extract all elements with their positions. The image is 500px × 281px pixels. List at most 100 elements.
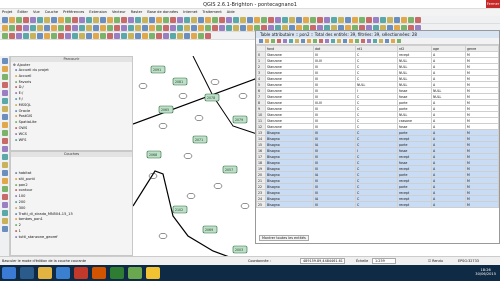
toolbar-icon[interactable] (65, 24, 71, 31)
menu-item[interactable]: Préférences (63, 10, 84, 15)
toolbar-icon[interactable] (387, 16, 393, 23)
toolbar-icon[interactable] (275, 16, 281, 23)
render-checkbox[interactable]: ☑ Rendu (428, 259, 443, 263)
toolbar-icon[interactable] (30, 32, 36, 39)
scale-field[interactable]: 1:259 (372, 258, 396, 264)
toolbar-icon[interactable] (408, 16, 414, 23)
toolbar-icon[interactable] (16, 16, 22, 23)
toolbar-icon[interactable] (72, 32, 78, 39)
toolbar-icon[interactable] (44, 16, 50, 23)
toolbar-icon[interactable] (219, 24, 225, 31)
toolbar-icon[interactable] (2, 114, 8, 120)
toolbar-icon[interactable] (79, 32, 85, 39)
attribute-toolbar-icon[interactable] (367, 39, 371, 43)
toolbar-icon[interactable] (282, 16, 288, 23)
table-cell[interactable]: Bisogno (265, 201, 314, 208)
show-all-features-button[interactable]: Montrer toutes les entités (259, 235, 309, 241)
toolbar-icon[interactable] (191, 32, 197, 39)
toolbar-icon[interactable] (114, 16, 120, 23)
layer-item[interactable]: ▪ tutti_stanzone_georef (15, 235, 132, 241)
attribute-toolbar-icon[interactable] (301, 39, 305, 43)
attribute-toolbar-icon[interactable] (325, 39, 329, 43)
toolbar-icon[interactable] (142, 16, 148, 23)
toolbar-icon[interactable] (2, 146, 8, 152)
attribute-toolbar-icon[interactable] (283, 39, 287, 43)
folder-icon[interactable] (38, 267, 52, 279)
toolbar-icon[interactable] (128, 16, 134, 23)
toolbar-icon[interactable] (177, 32, 183, 39)
map-outline-feature[interactable] (183, 153, 193, 159)
toolbar-icon[interactable] (86, 16, 92, 23)
map-outline-feature[interactable] (158, 123, 168, 129)
attribute-toolbar-icon[interactable] (355, 39, 359, 43)
toolbar-icon[interactable] (2, 32, 8, 39)
toolbar-icon[interactable] (156, 16, 162, 23)
toolbar-icon[interactable] (303, 16, 309, 23)
excel-icon[interactable] (110, 267, 124, 279)
toolbar-icon[interactable] (149, 32, 155, 39)
toolbar-icon[interactable] (79, 16, 85, 23)
toolbar-icon[interactable] (58, 24, 64, 31)
epsg-label[interactable]: EPSG:32733 (458, 259, 479, 263)
table-row[interactable]: 25 Bisogno III Crecept A M (256, 201, 499, 208)
toolbar-icon[interactable] (23, 24, 29, 31)
toolbar-icon[interactable] (9, 32, 15, 39)
toolbar-icon[interactable] (2, 122, 8, 128)
toolbar-icon[interactable] (121, 32, 127, 39)
chrome-icon[interactable] (146, 267, 160, 279)
toolbar-icon[interactable] (100, 24, 106, 31)
menu-item[interactable]: Traitement (202, 10, 221, 15)
toolbar-icon[interactable] (331, 16, 337, 23)
toolbar-icon[interactable] (121, 24, 127, 31)
attribute-toolbar-icon[interactable] (259, 39, 263, 43)
close-button[interactable]: Fermer (486, 0, 500, 8)
toolbar-icon[interactable] (247, 16, 253, 23)
toolbar-icon[interactable] (163, 24, 169, 31)
attribute-toolbar-icon[interactable] (349, 39, 353, 43)
toolbar-icon[interactable] (163, 32, 169, 39)
menu-item[interactable]: Vue (33, 10, 40, 15)
toolbar-icon[interactable] (289, 16, 295, 23)
toolbar-icon[interactable] (100, 16, 106, 23)
toolbar-icon[interactable] (135, 32, 141, 39)
menu-item[interactable]: Projet (2, 10, 12, 15)
toolbar-icon[interactable] (2, 66, 8, 72)
toolbar-icon[interactable] (177, 24, 183, 31)
toolbar-icon[interactable] (2, 130, 8, 136)
toolbar-icon[interactable] (107, 24, 113, 31)
toolbar-icon[interactable] (23, 16, 29, 23)
toolbar-icon[interactable] (37, 24, 43, 31)
toolbar-icon[interactable] (310, 16, 316, 23)
attribute-toolbar-icon[interactable] (289, 39, 293, 43)
toolbar-icon[interactable] (51, 24, 57, 31)
toolbar-icon[interactable] (2, 74, 8, 80)
toolbar-icon[interactable] (149, 24, 155, 31)
toolbar-icon[interactable] (2, 24, 8, 31)
toolbar-icon[interactable] (338, 16, 344, 23)
toolbar-icon[interactable] (121, 16, 127, 23)
attribute-toolbar-icon[interactable] (379, 39, 383, 43)
toolbar-icon[interactable] (226, 16, 232, 23)
map-outline-feature[interactable] (178, 93, 188, 99)
toolbar-icon[interactable] (205, 24, 211, 31)
toolbar-icon[interactable] (37, 16, 43, 23)
map-outline-feature[interactable] (238, 93, 248, 99)
toolbar-icon[interactable] (23, 32, 29, 39)
toolbar-icon[interactable] (352, 16, 358, 23)
browser-item[interactable]: ▪ WFS (15, 138, 132, 144)
table-cell[interactable]: C (355, 201, 398, 208)
toolbar-icon[interactable] (324, 16, 330, 23)
toolbar-icon[interactable] (2, 90, 8, 96)
acrobat-icon[interactable] (74, 267, 88, 279)
menu-item[interactable]: Aide (227, 10, 235, 15)
toolbar-icon[interactable] (114, 24, 120, 31)
menu-item[interactable]: Éditer (17, 10, 28, 15)
toolbar-icon[interactable] (2, 202, 8, 208)
toolbar-icon[interactable] (58, 32, 64, 39)
toolbar-icon[interactable] (72, 16, 78, 23)
attribute-toolbar-icon[interactable] (271, 39, 275, 43)
toolbar-icon[interactable] (226, 24, 232, 31)
start-button[interactable] (2, 267, 16, 279)
toolbar-icon[interactable] (233, 16, 239, 23)
map-outline-feature[interactable] (240, 203, 250, 209)
